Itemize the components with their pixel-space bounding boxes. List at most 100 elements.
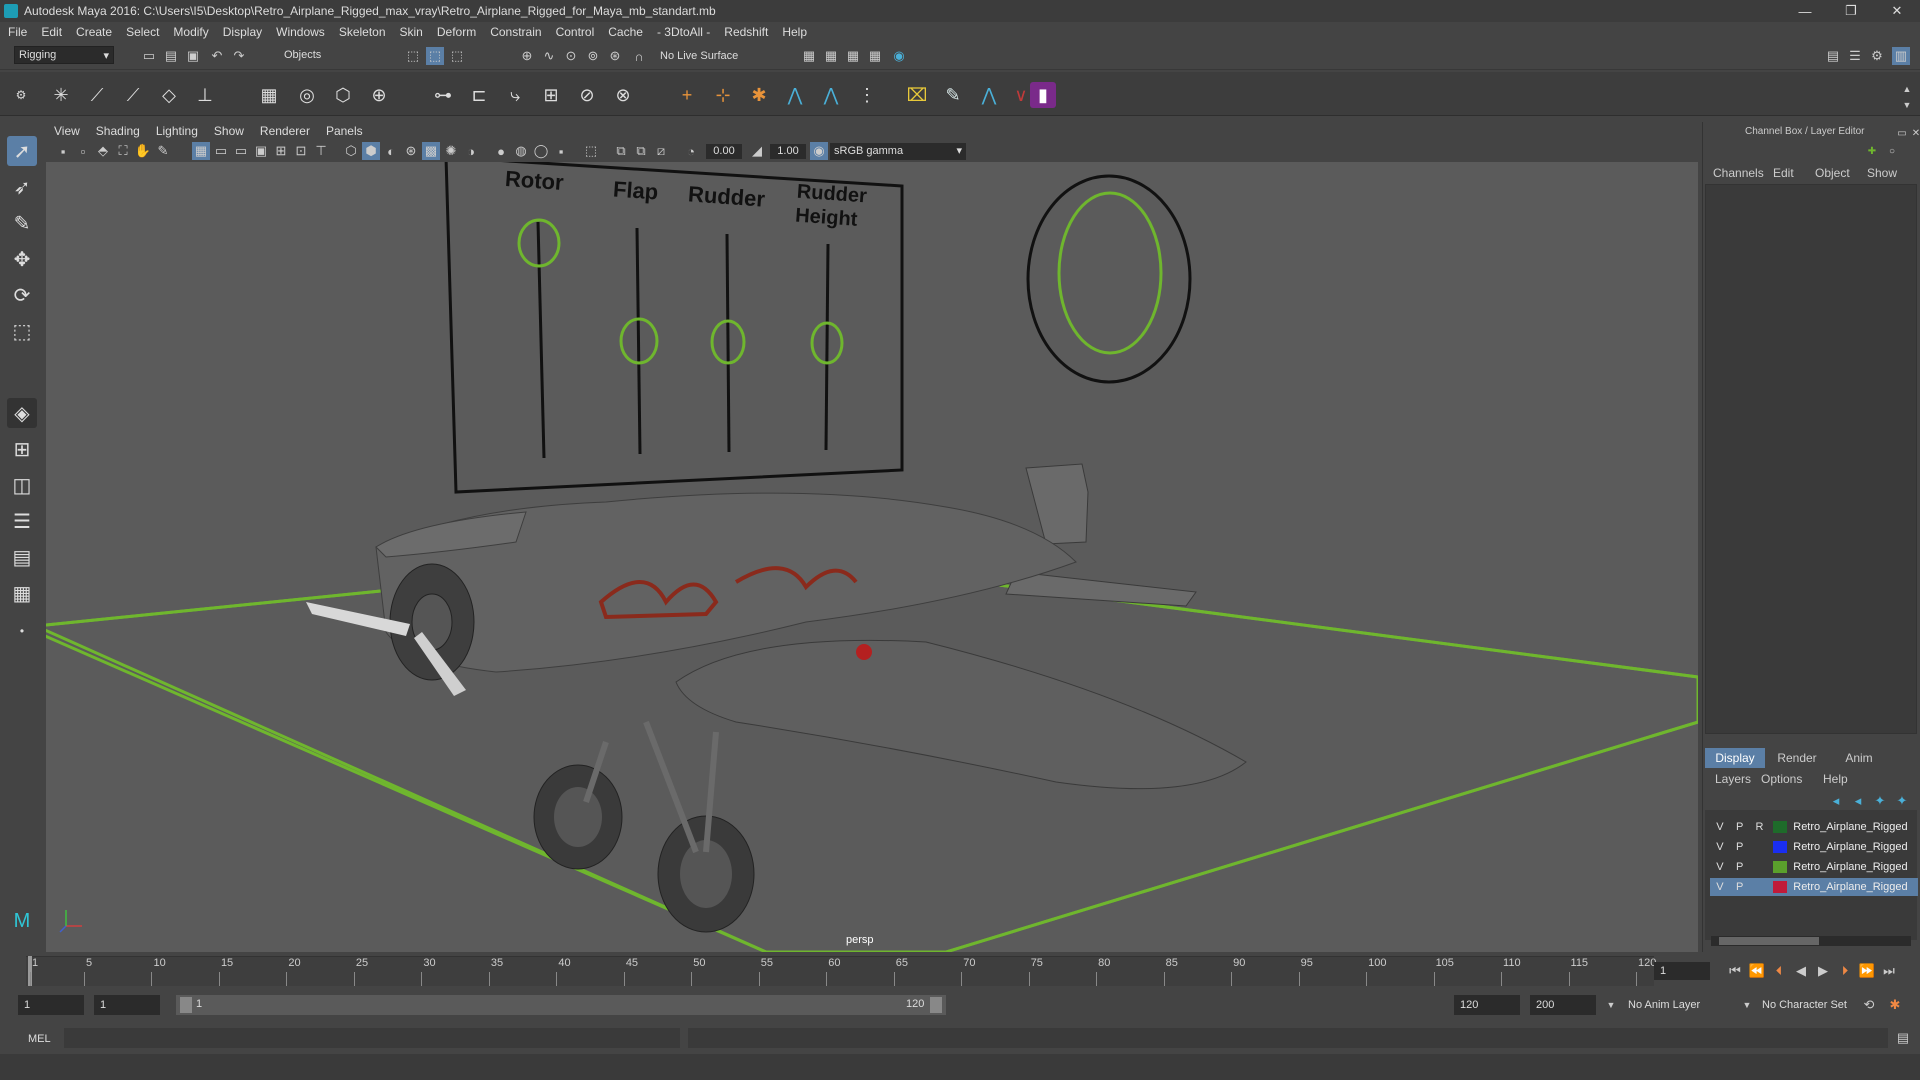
antialiasing-icon[interactable]: ◯ — [532, 142, 550, 160]
bind-skin-icon[interactable]: ⊶ — [430, 82, 456, 108]
layer-scrollbar[interactable] — [1711, 936, 1911, 946]
scale-tool-icon[interactable]: ⬚ — [7, 316, 37, 346]
undo-icon[interactable]: ↶ — [208, 47, 226, 65]
layer-visibility-toggle[interactable]: V — [1710, 821, 1730, 833]
render-frame-icon[interactable]: ▦ — [822, 47, 840, 65]
layer-reference-toggle[interactable]: R — [1750, 821, 1770, 833]
layer-color-swatch[interactable] — [1773, 881, 1788, 893]
menu-deform[interactable]: Deform — [437, 25, 476, 39]
default-material-icon[interactable]: ◐ — [382, 142, 400, 160]
layer-name[interactable]: Retro_Airplane_Rigged — [1793, 821, 1918, 833]
menu-skin[interactable]: Skin — [400, 25, 423, 39]
gate-mask-icon[interactable]: ▣ — [252, 142, 270, 160]
blend-shape-icon[interactable]: ⌧ — [904, 82, 930, 108]
shadows-icon[interactable]: ◑ — [462, 142, 480, 160]
step-back-frame-icon[interactable]: ⏴ — [1770, 962, 1788, 980]
film-gate-icon[interactable]: ▭ — [212, 142, 230, 160]
animation-preferences-icon[interactable]: ✱ — [1886, 996, 1904, 1014]
render-settings-icon[interactable]: ▦ — [866, 47, 884, 65]
channel-menu-channels[interactable]: Channels — [1713, 166, 1764, 180]
step-forward-frame-icon[interactable]: ⏵ — [1836, 962, 1854, 980]
menu-edit[interactable]: Edit — [41, 25, 62, 39]
layer-menu-layers[interactable]: Layers — [1715, 772, 1751, 786]
select-object-icon[interactable]: ⬚ — [426, 47, 444, 65]
new-scene-icon[interactable]: ▭ — [140, 47, 158, 65]
range-start-handle[interactable] — [180, 997, 192, 1013]
render-view-icon[interactable]: ▦ — [800, 47, 818, 65]
step-forward-key-icon[interactable]: ⏩ — [1858, 962, 1876, 980]
hypershade-icon[interactable]: ◉ — [890, 47, 908, 65]
range-bar[interactable]: 1 120 — [176, 995, 946, 1015]
layout-hypershade-icon[interactable]: ▦ — [7, 578, 37, 608]
paint-weights-icon[interactable]: ⊞ — [538, 82, 564, 108]
layer-visibility-toggle[interactable]: V — [1710, 841, 1730, 853]
hik-icon[interactable]: ⋀ — [976, 82, 1002, 108]
menu-help[interactable]: Help — [782, 25, 807, 39]
layer-visibility-toggle[interactable]: V — [1710, 881, 1730, 893]
layout-outliner-icon[interactable]: ☰ — [7, 506, 37, 536]
layer-playback-toggle[interactable]: P — [1730, 861, 1750, 873]
sculpt-icon[interactable]: ✎ — [940, 82, 966, 108]
layer-playback-toggle[interactable]: P — [1730, 821, 1750, 833]
gamma-field[interactable]: 1.00 — [770, 144, 806, 159]
playback-start-field[interactable]: 1 — [94, 995, 160, 1015]
screen-space-ao-icon[interactable]: ● — [492, 142, 510, 160]
menu-windows[interactable]: Windows — [276, 25, 325, 39]
layer-color-swatch[interactable] — [1773, 821, 1788, 833]
close-button[interactable]: ✕ — [1874, 0, 1920, 22]
shelf-menu-icon[interactable]: ⚙ — [8, 82, 34, 108]
menu-cache[interactable]: Cache — [608, 25, 643, 39]
layer-row-selected[interactable]: V P Retro_Airplane_Rigged — [1710, 878, 1918, 896]
time-slider[interactable]: 1 5 10 15 20 25 30 35 40 45 50 55 60 65 70 75 80 85 90 95 10… — [0, 952, 1920, 992]
command-language-label[interactable]: MEL — [28, 1033, 51, 1045]
command-input[interactable] — [64, 1028, 680, 1048]
bookmark-icon[interactable]: ⬘ — [94, 142, 112, 160]
safe-action-icon[interactable]: ⊡ — [292, 142, 310, 160]
layer-menu-help[interactable]: Help — [1823, 772, 1848, 786]
channel-box-icon[interactable]: ▥ — [1892, 47, 1910, 65]
wireframe-on-shaded-icon[interactable]: ⊛ — [402, 142, 420, 160]
resolution-gate-icon[interactable]: ▭ — [232, 142, 250, 160]
layer-playback-toggle[interactable]: P — [1730, 841, 1750, 853]
textured-icon[interactable]: ▩ — [422, 142, 440, 160]
layout-four-icon[interactable]: ⊞ — [7, 434, 37, 464]
script-editor-icon[interactable]: ▤ — [1894, 1029, 1912, 1047]
playback-end-field[interactable]: 120 — [1454, 995, 1520, 1015]
field-chart-icon[interactable]: ⊞ — [272, 142, 290, 160]
move-tool-icon[interactable]: ✥ — [7, 244, 37, 274]
snap-view-icon[interactable]: ⊚ — [584, 47, 602, 65]
menu-modify[interactable]: Modify — [173, 25, 208, 39]
tab-display[interactable]: Display — [1705, 748, 1765, 768]
channel-toggle-icon[interactable]: ✚ — [1863, 142, 1881, 160]
pole-vector-icon[interactable]: ⋮ — [854, 82, 880, 108]
select-tool-icon[interactable]: ➚ — [7, 136, 37, 166]
selection-mode-dropdown[interactable]: Objects — [280, 46, 380, 64]
layout-two-icon[interactable]: ◫ — [7, 470, 37, 500]
tab-anim[interactable]: Anim — [1829, 748, 1889, 768]
play-forwards-icon[interactable]: ▶ — [1814, 962, 1832, 980]
viewport-menu-lighting[interactable]: Lighting — [156, 124, 198, 138]
channel-menu-object[interactable]: Object — [1815, 166, 1850, 180]
magnet-icon[interactable]: ∩ — [630, 47, 648, 65]
go-to-end-icon[interactable]: ⏭ — [1880, 962, 1898, 980]
layer-row[interactable]: V P Retro_Airplane_Rigged — [1710, 838, 1918, 856]
exposure-field[interactable]: 0.00 — [706, 144, 742, 159]
master-control-inner[interactable] — [1057, 191, 1163, 355]
isolate-select-icon[interactable]: ⬚ — [582, 142, 600, 160]
insert-joint-icon[interactable]: ◇ — [156, 82, 182, 108]
go-to-bind-pose-icon[interactable]: ⊗ — [610, 82, 636, 108]
channel-settings-icon[interactable]: ○ — [1883, 142, 1901, 160]
new-layer-selected-icon[interactable]: ✦ — [1893, 792, 1911, 810]
layer-name[interactable]: Retro_Airplane_Rigged — [1793, 841, 1918, 853]
menuset-dropdown[interactable]: Rigging ▾ — [14, 46, 114, 64]
layer-name[interactable]: Retro_Airplane_Rigged — [1793, 881, 1918, 893]
lights-icon[interactable]: ✺ — [442, 142, 460, 160]
smooth-shade-icon[interactable]: ⬢ — [362, 142, 380, 160]
grid-icon[interactable]: ▦ — [192, 142, 210, 160]
shelf-scroll-down-icon[interactable]: ▼ — [1898, 96, 1916, 114]
open-scene-icon[interactable]: ▤ — [162, 47, 180, 65]
minimize-button[interactable]: — — [1782, 0, 1828, 22]
ik-handle-icon[interactable]: ⟋ — [84, 82, 110, 108]
go-to-start-icon[interactable]: ⏮ — [1726, 962, 1744, 980]
xray-joints-icon[interactable]: ⧉ — [632, 142, 650, 160]
